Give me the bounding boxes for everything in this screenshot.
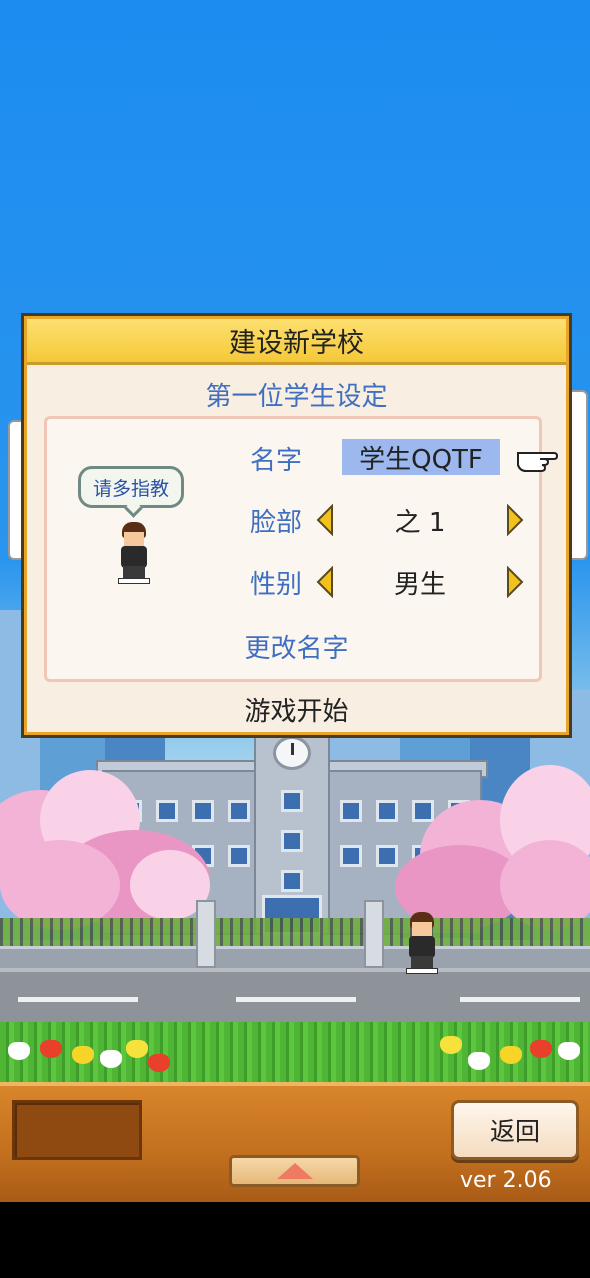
new-school-dialog: 建设新学校 第一位学生设定 请多指教 名字 学生QQTF 脸部 之 1 性别 男… [21,313,572,738]
road [0,968,590,1024]
version-label: ver 2.06 [460,1168,552,1193]
gender-label: 性别 [250,570,303,600]
dialog-title: 建设新学校 [229,328,364,359]
clock-icon [273,736,311,770]
face-next-arrow-icon[interactable] [506,504,524,536]
back-button[interactable]: 返回 [451,1100,579,1160]
gender-prev-arrow-icon[interactable] [316,566,334,598]
gate-pillar-left [196,900,216,968]
student-avatar-sprite [116,522,152,586]
name-label: 名字 [250,446,303,476]
school-wall [0,946,590,968]
change-name-button[interactable]: 更改名字 [24,628,569,665]
walking-student-sprite [404,912,440,976]
dialog-title-bar: 建设新学校 [27,319,566,365]
expand-up-button[interactable] [229,1155,360,1187]
system-nav-area [0,1202,590,1278]
hedge-fence [0,918,590,946]
face-value: 之 1 [394,508,446,538]
empty-slot-panel [12,1100,142,1160]
face-label: 脸部 [250,508,303,538]
gate-pillar-right [364,900,384,968]
start-game-button[interactable]: 游戏开始 [24,691,569,728]
up-triangle-icon [276,1163,313,1179]
pointing-hand-icon [514,443,559,473]
name-value-field[interactable]: 学生QQTF [342,439,500,475]
gender-value: 男生 [393,570,446,600]
speech-bubble: 请多指教 [78,466,184,508]
gender-next-arrow-icon[interactable] [506,566,524,598]
dialog-subtitle: 第一位学生设定 [205,382,388,412]
face-prev-arrow-icon[interactable] [316,504,334,536]
